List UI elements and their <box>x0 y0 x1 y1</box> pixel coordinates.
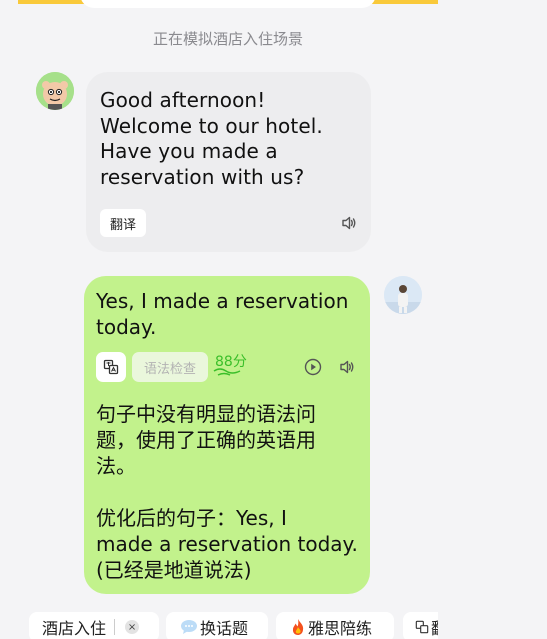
user-message-toolbar: 语法检查 88分 <box>96 352 358 382</box>
copy-translate-button[interactable] <box>96 352 126 382</box>
user-photo-icon <box>384 276 422 314</box>
improved-sentence-line: 优化后的句子：Yes, I <box>96 506 287 530</box>
user-message-text: Yes, I made a reservation today. <box>96 289 358 340</box>
chat-screen: 正在模拟酒店入住场景 Good afternoon! Welcome to ou… <box>18 0 438 639</box>
user-avatar[interactable] <box>384 276 422 314</box>
feedback-line: 法。 <box>96 454 136 478</box>
speech-bubble-icon <box>180 619 198 635</box>
improved-sentence-line: made a reservation today. <box>96 532 358 556</box>
score-underline-icon <box>213 368 241 376</box>
copy-translate-icon <box>415 620 429 634</box>
feedback-line: 题，使用了正确的英语用 <box>96 428 316 452</box>
scene-status-text: 正在模拟酒店入住场景 <box>152 30 303 48</box>
scene-chip[interactable]: 酒店入住 × <box>29 612 159 639</box>
close-icon[interactable]: × <box>125 620 140 634</box>
change-topic-label: 换话题 <box>200 619 249 638</box>
improved-sentence-line: (已经是地道说法) <box>96 558 252 582</box>
ielts-practice-button[interactable]: 雅思陪练 <box>276 612 394 639</box>
bot-message-line: reservation with us? <box>100 164 305 189</box>
user-message-line: today. <box>96 314 157 339</box>
ielts-practice-label: 雅思陪练 <box>308 619 373 638</box>
play-icon[interactable] <box>304 358 322 376</box>
scene-chip-label: 酒店入住 <box>42 619 107 638</box>
bot-message-line: Welcome to our hotel. <box>100 113 323 138</box>
bot-message-line: Have you made a <box>100 139 278 163</box>
user-message-bubble: Yes, I made a reservation today. 语法检查 88… <box>84 276 370 594</box>
fire-icon <box>290 618 306 636</box>
bot-message-line: Good afternoon! <box>100 88 266 112</box>
translate-chip-label: 翻 <box>431 615 438 639</box>
bot-avatar[interactable] <box>36 72 74 110</box>
bot-message-text: Good afternoon! Welcome to our hotel. Ha… <box>100 88 357 190</box>
bottom-chip-bar: 酒店入住 × 换话题 雅思陪练 <box>18 606 438 639</box>
top-card-edge <box>80 0 376 8</box>
grammar-feedback: 句子中没有明显的语法问 题，使用了正确的英语用 法。 优化后的句子：Yes, I… <box>96 401 358 583</box>
chip-divider <box>114 619 116 635</box>
speaker-icon[interactable] <box>340 214 358 232</box>
cartoon-character-icon <box>36 72 74 110</box>
feedback-line: 句子中没有明显的语法问 <box>96 402 316 426</box>
speaker-icon[interactable] <box>338 358 356 376</box>
change-topic-button[interactable]: 换话题 <box>166 612 268 639</box>
translate-button[interactable]: 翻译 <box>100 209 146 237</box>
user-message-line: Yes, I made a reservation <box>96 289 349 313</box>
translate-chip[interactable]: 翻 <box>403 612 438 639</box>
bot-message-bubble: Good afternoon! Welcome to our hotel. Ha… <box>86 72 371 252</box>
grammar-check-button[interactable]: 语法检查 <box>132 352 208 382</box>
copy-translate-icon <box>103 359 119 375</box>
